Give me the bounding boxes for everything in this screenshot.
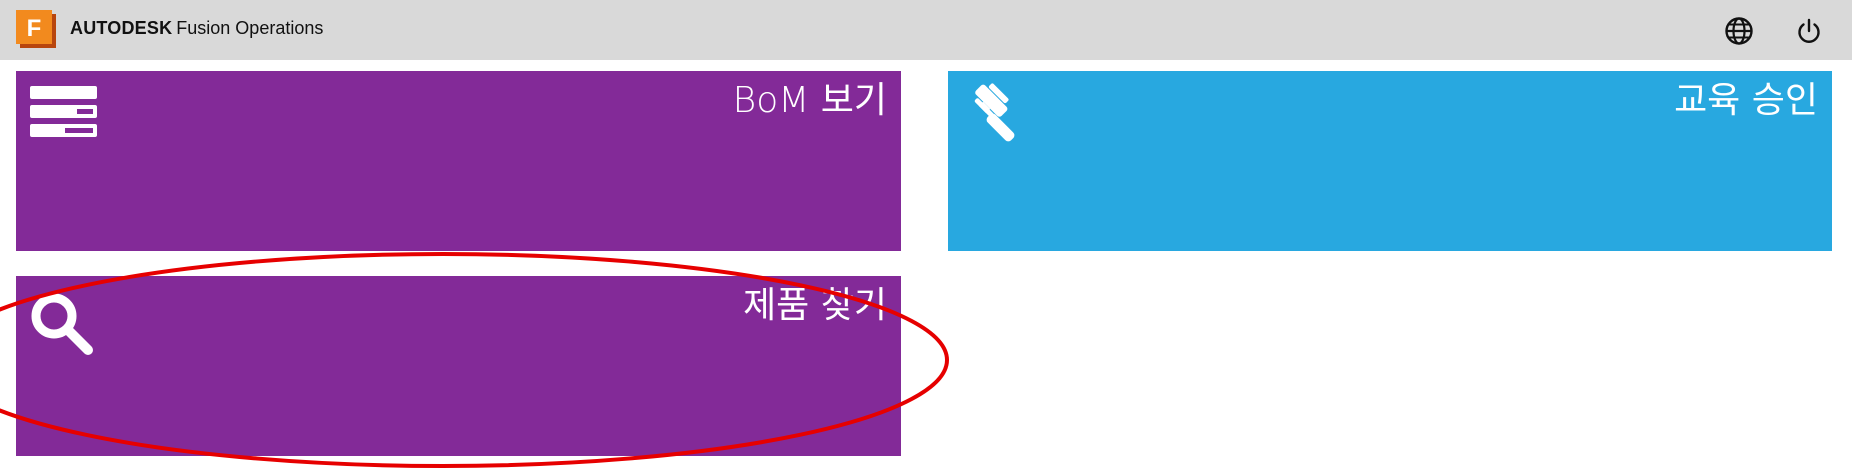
tile-training-approval[interactable]: 교육 승인	[948, 71, 1832, 251]
product-name: Fusion Operations	[176, 18, 324, 38]
tile-find-product[interactable]: 제품 찾기	[16, 276, 901, 456]
search-icon	[30, 292, 96, 362]
power-icon	[1798, 18, 1820, 43]
tile-training-approval-label: 교육 승인	[1674, 80, 1818, 121]
tile-bom-view-label: BoM 보기	[732, 80, 887, 121]
stack-list-icon	[30, 86, 97, 141]
top-bar: F AUTODESK Fusion Operations	[0, 0, 1852, 60]
gavel-icon	[962, 82, 1024, 150]
tile-bom-view[interactable]: BoM 보기	[16, 71, 901, 251]
globe-icon	[1725, 17, 1753, 45]
language-button[interactable]	[1721, 13, 1757, 49]
logout-button[interactable]	[1791, 13, 1827, 49]
logo-letter: F	[27, 15, 42, 42]
app-title: AUTODESK Fusion Operations	[70, 16, 323, 40]
brand-name: AUTODESK	[70, 18, 173, 38]
fusion-logo-icon: F	[16, 10, 59, 50]
tile-find-product-label: 제품 찾기	[743, 285, 887, 326]
